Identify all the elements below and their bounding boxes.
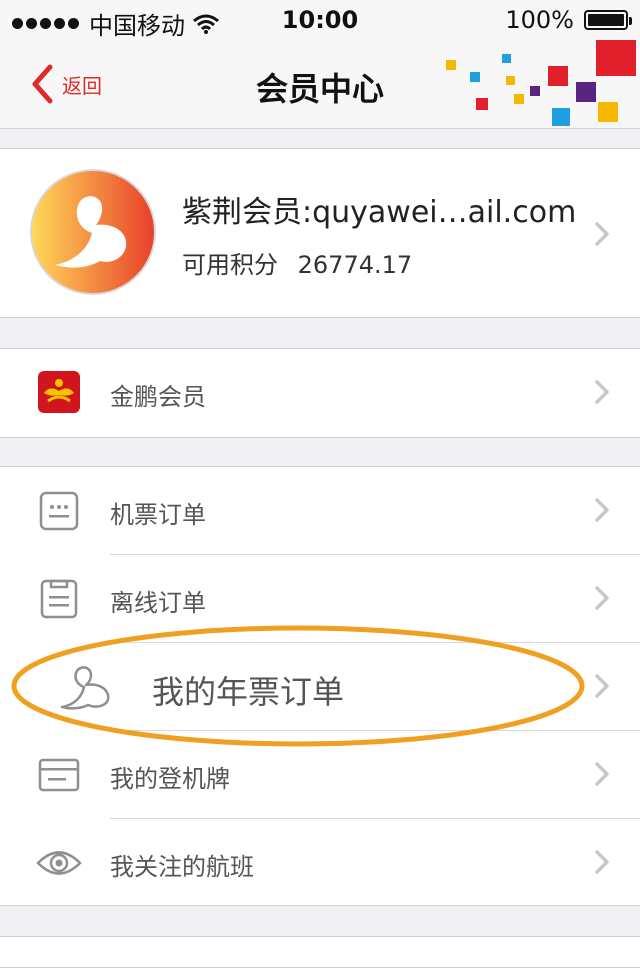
boarding-pass-icon — [38, 758, 80, 792]
list-item-followed-flights[interactable]: 我关注的航班 — [0, 819, 640, 907]
chevron-right-icon — [595, 586, 609, 610]
profile-card[interactable]: 紫荆会员:quyawei…ail.com 可用积分 26774.17 — [0, 148, 640, 318]
member-name: 紫荆会员:quyawei…ail.com — [182, 195, 577, 230]
chevron-right-icon — [595, 762, 609, 786]
list-item-boarding-pass[interactable]: 我的登机牌 — [0, 731, 640, 819]
list-item-label: 我的登机牌 — [110, 765, 230, 793]
ticket-order-icon — [39, 491, 79, 531]
status-bar: 中国移动 10:00 100% — [0, 0, 640, 40]
next-group-edge — [0, 936, 640, 968]
list-item-annual-ticket-orders[interactable]: 我的年票订单 — [0, 643, 640, 731]
list-item-offline-orders[interactable]: 离线订单 — [0, 555, 640, 643]
orders-group: 机票订单 离线订单 我的年票订单 我的登机牌 我关注的航班 — [0, 466, 640, 906]
chevron-right-icon — [595, 222, 609, 246]
chevron-right-icon — [595, 850, 609, 874]
status-right: 100% — [505, 6, 632, 34]
list-item-golden-roc[interactable]: 金鹏会员 — [0, 349, 640, 437]
points-row: 可用积分 26774.17 — [182, 245, 412, 280]
chevron-right-icon — [595, 498, 609, 522]
battery-icon — [584, 10, 632, 30]
brand-logo-icon — [30, 169, 156, 295]
battery-percent: 100% — [505, 6, 574, 34]
golden-roc-logo-icon — [38, 371, 80, 413]
chevron-right-icon — [595, 674, 609, 698]
eye-icon — [36, 851, 82, 875]
navigation-bar: 返回 会员中心 — [0, 40, 640, 129]
points-value: 26774.17 — [297, 251, 413, 279]
points-label: 可用积分 — [182, 251, 278, 279]
list-item-label: 我的年票订单 — [152, 673, 345, 711]
list-item-label: 离线订单 — [110, 589, 206, 617]
list-item-label: 金鹏会员 — [110, 383, 206, 411]
list-item-label: 机票订单 — [110, 501, 206, 529]
brand-pixel-decoration-icon — [446, 40, 636, 126]
chevron-right-icon — [595, 380, 609, 404]
list-item-label: 我关注的航班 — [110, 853, 254, 881]
annual-ticket-icon — [60, 666, 110, 710]
list-item-ticket-orders[interactable]: 机票订单 — [0, 467, 640, 555]
offline-order-icon — [40, 579, 78, 619]
avatar — [30, 169, 156, 295]
loyalty-group: 金鹏会员 — [0, 348, 640, 438]
